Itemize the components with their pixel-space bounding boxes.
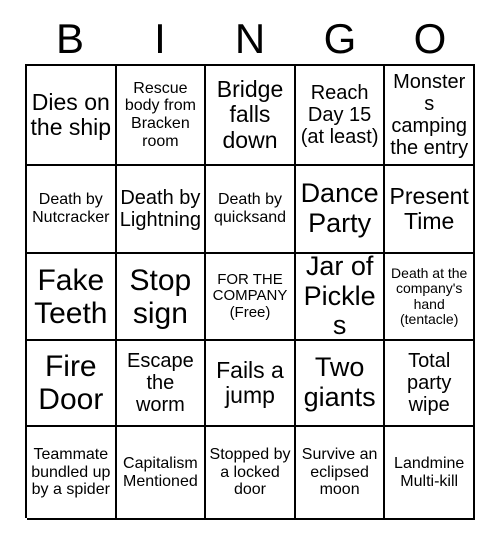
bingo-cell-label: Monsters camping the entry xyxy=(390,71,469,159)
bingo-cell-label: Escape the worm xyxy=(127,350,194,416)
bingo-cell-g2[interactable]: Dance Party xyxy=(295,166,386,254)
bingo-cell-label: Fails a jump xyxy=(216,356,284,408)
bingo-cell-g4[interactable]: Two giants xyxy=(295,341,386,427)
bingo-cell-o3[interactable]: Death at the company's hand (tentacle) xyxy=(385,254,475,341)
bingo-cell-n2[interactable]: Death by quicksand xyxy=(206,166,296,254)
bingo-cell-i3[interactable]: Stop sign xyxy=(116,254,207,341)
bingo-cell-b5[interactable]: Teammate bundled up by a spider xyxy=(27,427,117,520)
bingo-cell-label: Stopped by a locked door xyxy=(209,446,291,499)
bingo-cell-label: Teammate bundled up by a spider xyxy=(31,446,111,499)
bingo-cell-label: Death by Nutcracker xyxy=(32,191,110,226)
bingo-cell-b1[interactable]: Dies on the ship xyxy=(27,66,117,166)
bingo-cell-g3[interactable]: Jar of Pickles xyxy=(295,254,386,341)
bingo-header-letter-b: B xyxy=(55,15,84,62)
bingo-cell-free-space[interactable]: FOR THE COMPANY (Free) xyxy=(206,254,296,341)
bingo-cell-b4[interactable]: Fire Door xyxy=(27,341,117,427)
bingo-cell-label: Two giants xyxy=(303,352,376,412)
bingo-cell-i4[interactable]: Escape the worm xyxy=(116,341,207,427)
bingo-cell-label: FOR THE COMPANY (Free) xyxy=(212,270,288,321)
bingo-cell-label: Death by Lightning xyxy=(119,187,201,231)
bingo-grid: Dies on the ship Rescue body from Bracke… xyxy=(25,64,475,520)
bingo-cell-n1[interactable]: Bridge falls down xyxy=(206,66,296,166)
bingo-cell-label: Fire Door xyxy=(38,350,104,416)
bingo-cell-i1[interactable]: Rescue body from Bracken room xyxy=(116,66,207,166)
bingo-cell-label: Death at the company's hand (tentacle) xyxy=(391,264,468,327)
bingo-cell-i5[interactable]: Capitalism Mentioned xyxy=(116,427,207,520)
bingo-cell-label: Stop sign xyxy=(129,263,192,330)
bingo-cell-i2[interactable]: Death by Lightning xyxy=(116,166,207,254)
bingo-cell-g5[interactable]: Survive an eclipsed moon xyxy=(295,427,386,520)
bingo-header-letter-n: N xyxy=(234,15,266,62)
bingo-cell-label: Capitalism Mentioned xyxy=(123,454,198,490)
bingo-cell-o1[interactable]: Monsters camping the entry xyxy=(385,66,475,166)
bingo-header-letter-o: O xyxy=(413,15,447,62)
bingo-cell-n4[interactable]: Fails a jump xyxy=(206,341,296,427)
bingo-cell-b2[interactable]: Death by Nutcracker xyxy=(27,166,117,254)
bingo-cell-label: Rescue body from Bracken room xyxy=(124,79,196,150)
bingo-cell-label: Landmine Multi-kill xyxy=(394,454,465,490)
bingo-cell-label: Total party wipe xyxy=(406,350,452,416)
bingo-cell-label: Survive an eclipsed moon xyxy=(301,446,378,499)
bingo-cell-o2[interactable]: Present Time xyxy=(385,166,475,254)
bingo-cell-o4[interactable]: Total party wipe xyxy=(385,341,475,427)
bingo-card: B I N G O Dies on the ship Rescue body f… xyxy=(0,0,500,544)
bingo-cell-label: Bridge falls down xyxy=(216,76,284,153)
bingo-cell-g1[interactable]: Reach Day 15 (at least) xyxy=(295,66,386,166)
bingo-header-letter-g: G xyxy=(323,15,357,62)
bingo-cell-label: Jar of Pickles xyxy=(303,254,376,341)
bingo-cell-label: Present Time xyxy=(389,182,469,234)
bingo-cell-label: Fake Teeth xyxy=(34,263,108,330)
bingo-cell-label: Death by quicksand xyxy=(213,191,287,226)
bingo-header: B I N G O xyxy=(25,14,475,64)
bingo-header-letter-i: I xyxy=(154,15,166,62)
bingo-cell-b3[interactable]: Fake Teeth xyxy=(27,254,117,341)
bingo-cell-label: Dance Party xyxy=(300,178,379,238)
bingo-cell-label: Dies on the ship xyxy=(30,88,112,140)
bingo-cell-n5[interactable]: Stopped by a locked door xyxy=(206,427,296,520)
bingo-cell-o5[interactable]: Landmine Multi-kill xyxy=(385,427,475,520)
bingo-cell-label: Reach Day 15 (at least) xyxy=(300,82,379,148)
